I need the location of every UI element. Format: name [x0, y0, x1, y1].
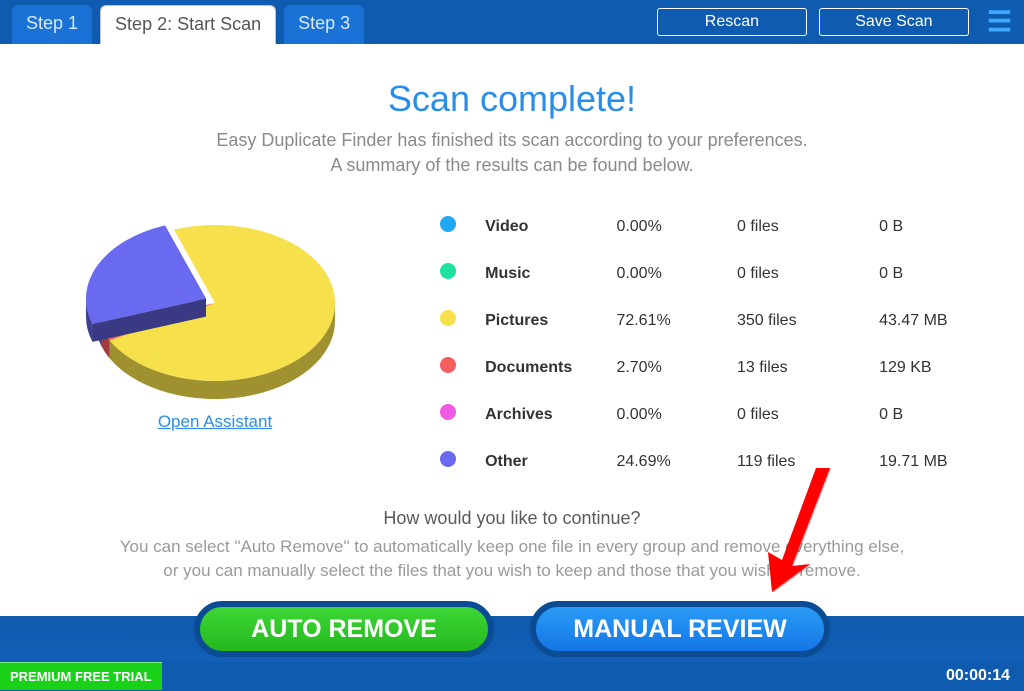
pie-chart: [85, 198, 345, 408]
auto-remove-button[interactable]: AUTO REMOVE: [194, 601, 494, 657]
legend-row: Archives0.00%0 files0 B: [432, 392, 1022, 437]
legend-file-count: 0 files: [729, 251, 869, 296]
legend-color-dot: [440, 263, 456, 279]
continue-help: You can select "Auto Remove" to automati…: [0, 535, 1024, 583]
header-bar: Step 1 Step 2: Start Scan Step 3 Rescan …: [0, 0, 1024, 44]
legend-category: Other: [477, 439, 606, 484]
legend-file-count: 0 files: [729, 392, 869, 437]
tab-step-1[interactable]: Step 1: [12, 5, 92, 44]
legend-color-dot: [440, 404, 456, 420]
legend-row: Pictures72.61%350 files43.47 MB: [432, 298, 1022, 343]
legend-color-dot: [440, 216, 456, 232]
page-subtitle: Easy Duplicate Finder has finished its s…: [0, 128, 1024, 178]
legend-category: Music: [477, 251, 606, 296]
legend-size: 129 KB: [871, 345, 1022, 390]
legend-percent: 0.00%: [608, 392, 727, 437]
main-content: Scan complete! Easy Duplicate Finder has…: [0, 44, 1024, 597]
open-assistant-link[interactable]: Open Assistant: [158, 412, 272, 432]
legend-size: 43.47 MB: [871, 298, 1022, 343]
menu-icon[interactable]: ☰: [987, 8, 1012, 36]
legend-row: Documents2.70%13 files129 KB: [432, 345, 1022, 390]
tab-step-3[interactable]: Step 3: [284, 5, 364, 44]
chart-column: Open Assistant: [0, 198, 430, 486]
subtitle-line-2: A summary of the results can be found be…: [0, 153, 1024, 178]
legend-row: Video0.00%0 files0 B: [432, 204, 1022, 249]
trial-badge: PREMIUM FREE TRIAL: [0, 662, 162, 690]
continue-question: How would you like to continue?: [0, 508, 1024, 529]
rescan-button[interactable]: Rescan: [657, 8, 807, 36]
legend-size: 0 B: [871, 392, 1022, 437]
legend-category: Archives: [477, 392, 606, 437]
legend-percent: 0.00%: [608, 251, 727, 296]
tab-step-2[interactable]: Step 2: Start Scan: [100, 5, 276, 45]
results-legend: Video0.00%0 files0 BMusic0.00%0 files0 B…: [430, 198, 1024, 486]
legend-file-count: 119 files: [729, 439, 869, 484]
legend-row: Other24.69%119 files19.71 MB: [432, 439, 1022, 484]
help-line-1: You can select "Auto Remove" to automati…: [40, 535, 984, 559]
manual-review-button[interactable]: MANUAL REVIEW: [530, 601, 830, 657]
legend-color-dot: [440, 451, 456, 467]
help-line-2: or you can manually select the files tha…: [40, 559, 984, 583]
legend-percent: 72.61%: [608, 298, 727, 343]
legend-table: Video0.00%0 files0 BMusic0.00%0 files0 B…: [430, 202, 1024, 486]
legend-category: Video: [477, 204, 606, 249]
legend-percent: 24.69%: [608, 439, 727, 484]
legend-color-dot: [440, 310, 456, 326]
pie-chart-svg: [85, 198, 345, 408]
save-scan-button[interactable]: Save Scan: [819, 8, 969, 36]
page-title: Scan complete!: [0, 78, 1024, 120]
header-actions: Rescan Save Scan ☰: [657, 8, 1012, 36]
footer-bar: PREMIUM FREE TRIAL 00:00:14: [0, 661, 1024, 691]
legend-percent: 2.70%: [608, 345, 727, 390]
action-bar: AUTO REMOVE MANUAL REVIEW: [0, 597, 1024, 661]
legend-color-dot: [440, 357, 456, 373]
scan-timer: 00:00:14: [946, 667, 1010, 685]
legend-file-count: 0 files: [729, 204, 869, 249]
legend-size: 0 B: [871, 204, 1022, 249]
wizard-tabs: Step 1 Step 2: Start Scan Step 3: [0, 0, 364, 44]
legend-file-count: 350 files: [729, 298, 869, 343]
subtitle-line-1: Easy Duplicate Finder has finished its s…: [0, 128, 1024, 153]
legend-size: 0 B: [871, 251, 1022, 296]
legend-file-count: 13 files: [729, 345, 869, 390]
legend-percent: 0.00%: [608, 204, 727, 249]
legend-category: Documents: [477, 345, 606, 390]
legend-category: Pictures: [477, 298, 606, 343]
legend-row: Music0.00%0 files0 B: [432, 251, 1022, 296]
legend-size: 19.71 MB: [871, 439, 1022, 484]
